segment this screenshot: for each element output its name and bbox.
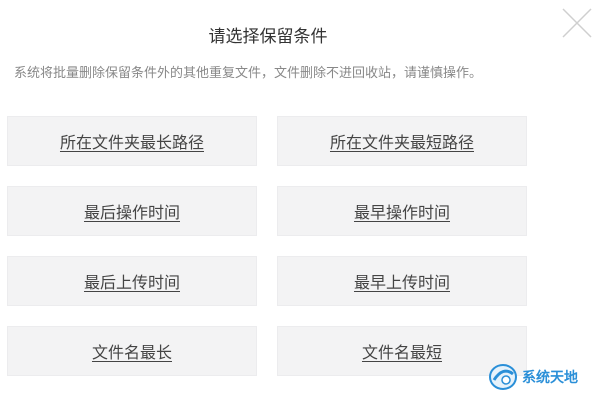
option-latest-operation-time[interactable]: 最后操作时间: [7, 186, 257, 236]
watermark-text: 系统天地: [522, 370, 578, 386]
option-label: 最早操作时间: [353, 203, 450, 222]
option-label: 最后操作时间: [83, 203, 180, 222]
option-earliest-upload-time[interactable]: 最早上传时间: [277, 256, 527, 306]
retention-dialog: 请选择保留条件 系统将批量删除保留条件外的其他重复文件，文件删除不进回收站，请谨…: [0, 0, 600, 396]
option-earliest-operation-time[interactable]: 最早操作时间: [277, 186, 527, 236]
watermark: 系统天地: [488, 358, 600, 396]
option-shortest-folder-path[interactable]: 所在文件夹最短路径: [277, 116, 527, 166]
dialog-title: 请选择保留条件: [208, 27, 328, 47]
option-latest-upload-time[interactable]: 最后上传时间: [7, 256, 257, 306]
option-label: 最早上传时间: [353, 273, 450, 292]
dialog-warning-text: 系统将批量删除保留条件外的其他重复文件，文件删除不进回收站，请谨慎操作。: [14, 66, 483, 81]
option-label: 最后上传时间: [83, 273, 180, 292]
option-label: 文件名最短: [361, 343, 442, 362]
option-longest-filename[interactable]: 文件名最长: [7, 326, 257, 376]
option-label: 所在文件夹最长路径: [59, 133, 204, 152]
option-label: 所在文件夹最短路径: [329, 133, 474, 152]
option-label: 文件名最长: [91, 343, 172, 362]
watermark-logo-icon: [489, 364, 517, 390]
option-longest-folder-path[interactable]: 所在文件夹最长路径: [7, 116, 257, 166]
close-icon[interactable]: [560, 6, 594, 40]
